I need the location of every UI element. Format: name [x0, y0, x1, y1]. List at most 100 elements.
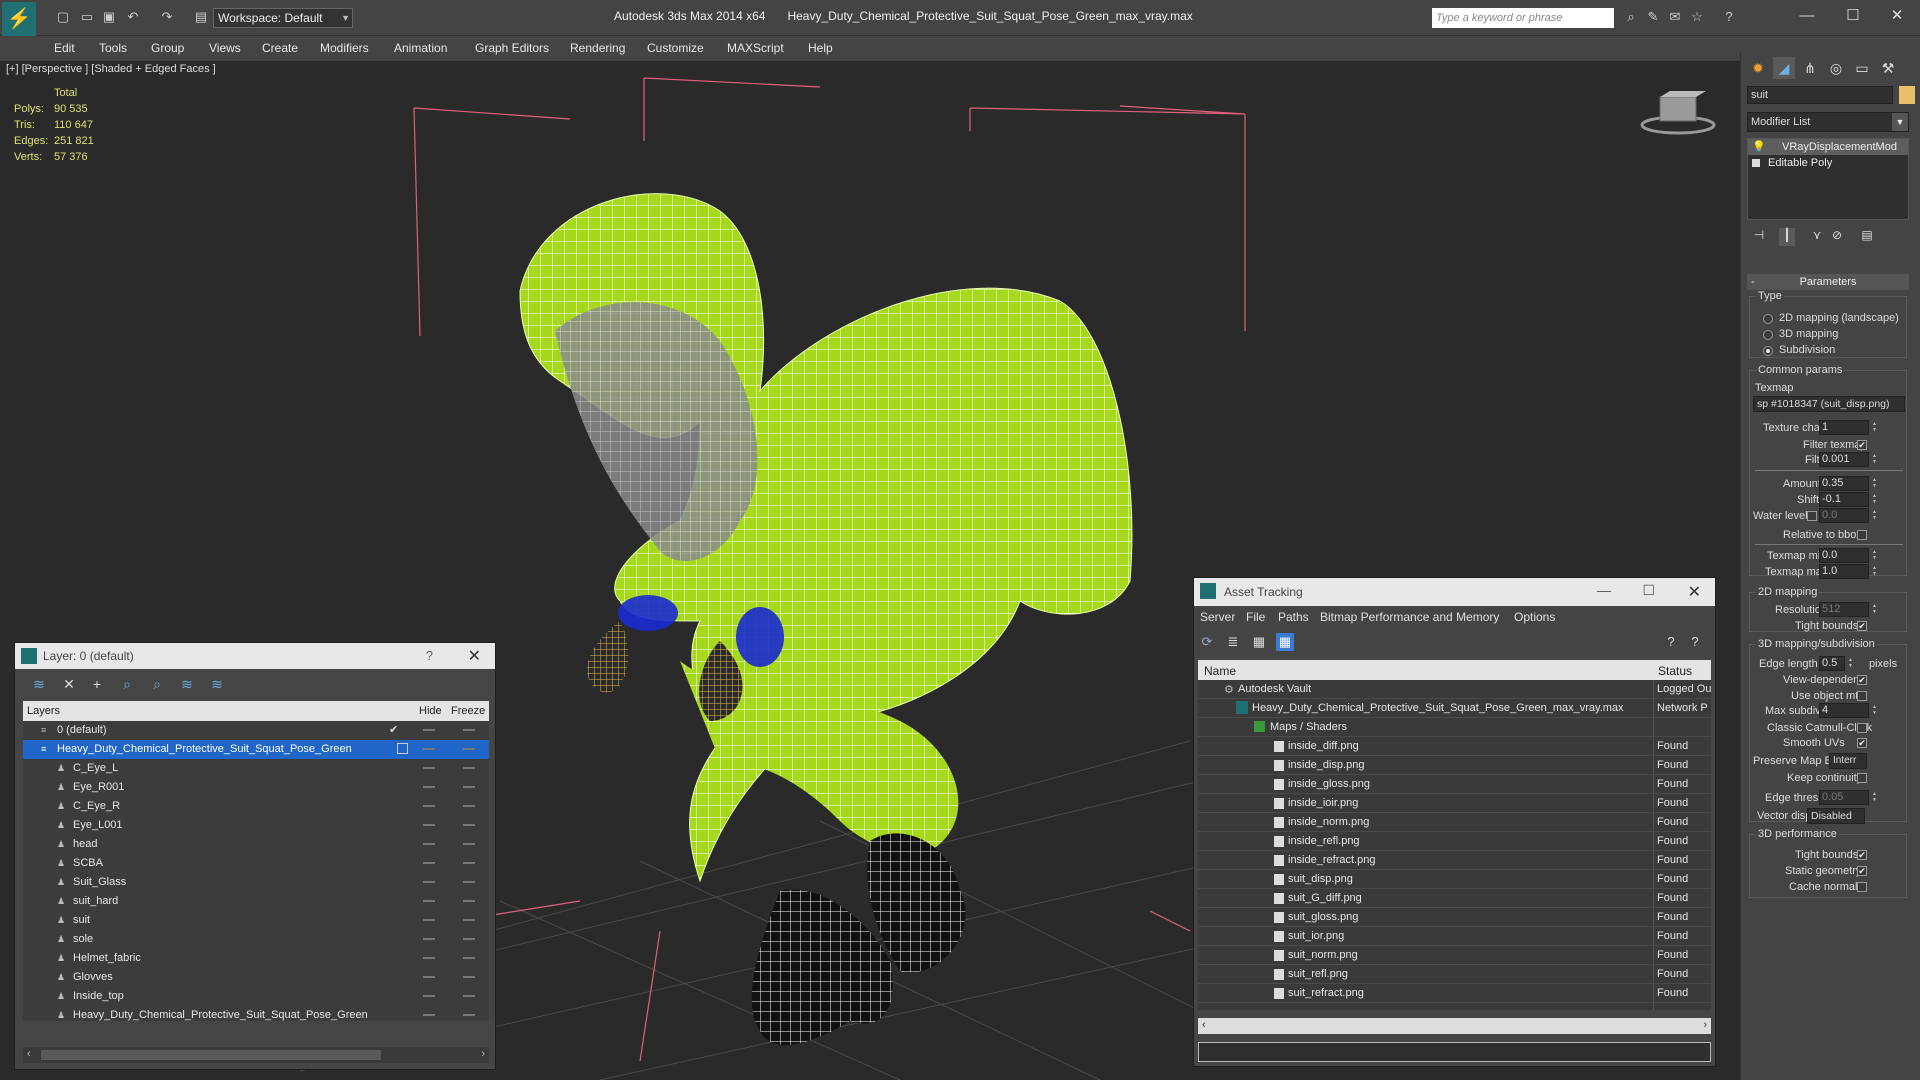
- layer-window-titlebar[interactable]: Layer: 0 (default) ? ✕: [15, 643, 495, 669]
- texmap-button[interactable]: sp #1018347 (suit_disp.png): [1753, 396, 1905, 412]
- asset-row[interactable]: suit_ior.png Found: [1198, 927, 1711, 946]
- layer-row[interactable]: ≡ 0 (default) ✔: [23, 721, 489, 740]
- freeze-toggle[interactable]: [463, 919, 475, 921]
- asset-row[interactable]: suit_gloss.png Found: [1198, 908, 1711, 927]
- asset-row[interactable]: inside_refract.png Found: [1198, 851, 1711, 870]
- asset-row[interactable]: inside_diff.png Found: [1198, 737, 1711, 756]
- freeze-toggle[interactable]: [463, 881, 475, 883]
- hierarchy-tab-icon[interactable]: ⋔: [1799, 57, 1821, 79]
- relative-bbox-checkbox[interactable]: [1857, 530, 1867, 540]
- max-subdivs-spinner[interactable]: 4: [1819, 703, 1878, 718]
- static-geometry-checkbox[interactable]: ✔: [1857, 866, 1867, 876]
- asset-row[interactable]: inside_gloss.png Found: [1198, 775, 1711, 794]
- layer-row[interactable]: ♟ Eye_L001: [23, 816, 489, 835]
- shift-spinner[interactable]: -0.1: [1819, 492, 1878, 507]
- freeze-toggle[interactable]: [463, 767, 475, 769]
- list-view-icon[interactable]: ≣: [1224, 633, 1242, 651]
- asset-row[interactable]: inside_refl.png Found: [1198, 832, 1711, 851]
- search-input[interactable]: Type a keyword or phrase: [1432, 8, 1614, 28]
- asset-row[interactable]: inside_disp.png Found: [1198, 756, 1711, 775]
- parameters-rollout-header[interactable]: - Parameters: [1747, 274, 1909, 290]
- asset-menu-bitmap[interactable]: Bitmap Performance and Memory: [1320, 610, 1499, 624]
- radio-3d-mapping[interactable]: [1763, 330, 1773, 340]
- asset-menu-file[interactable]: File: [1246, 610, 1265, 624]
- hide-toggle[interactable]: [423, 995, 435, 997]
- help-button[interactable]: ?: [426, 648, 433, 663]
- expand-icon[interactable]: [1752, 159, 1760, 167]
- vector-displ-dropdown[interactable]: Disabled: [1807, 808, 1865, 824]
- edge-thresh-spinner[interactable]: 0.05: [1819, 790, 1878, 805]
- freeze-toggle[interactable]: [463, 805, 475, 807]
- asset-row[interactable]: suit_G_diff.png Found: [1198, 889, 1711, 908]
- new-file-icon[interactable]: ▢: [54, 8, 72, 26]
- layer-row[interactable]: ♟ Inside_top: [23, 987, 489, 1006]
- texture-chan-spinner[interactable]: 1: [1819, 420, 1878, 435]
- layer-row[interactable]: ♟ C_Eye_R: [23, 797, 489, 816]
- scroll-left-icon[interactable]: ‹: [27, 1048, 31, 1060]
- freeze-all-icon[interactable]: ≋: [207, 675, 227, 693]
- water-level-spinner[interactable]: 0.0: [1819, 508, 1878, 523]
- stack-item-editable-poly[interactable]: Editable Poly: [1748, 155, 1908, 171]
- scroll-right-icon[interactable]: ›: [1703, 1019, 1707, 1031]
- hide-toggle[interactable]: [423, 843, 435, 845]
- hide-toggle[interactable]: [423, 1014, 435, 1016]
- pin-stack-icon[interactable]: ⊣: [1751, 228, 1767, 246]
- use-object-mtl-checkbox[interactable]: [1857, 691, 1867, 701]
- table-view-icon[interactable]: ▦: [1276, 633, 1294, 651]
- freeze-toggle[interactable]: [463, 995, 475, 997]
- col-freeze[interactable]: Freeze: [451, 705, 485, 717]
- radio-2d-mapping[interactable]: [1763, 314, 1773, 324]
- hide-toggle[interactable]: [423, 976, 435, 978]
- minimize-button[interactable]: —: [1784, 4, 1830, 28]
- layer-row[interactable]: ♟ sole: [23, 930, 489, 949]
- asset-row[interactable]: suit_refract.png Found: [1198, 984, 1711, 1003]
- remove-modifier-icon[interactable]: ⊘: [1829, 228, 1845, 246]
- edge-length-spinner[interactable]: 0.5: [1819, 656, 1854, 671]
- col-status[interactable]: Status: [1658, 664, 1692, 678]
- filter-texmap-checkbox[interactable]: ✔: [1857, 440, 1867, 450]
- highlight-layer-icon[interactable]: ⌕: [147, 675, 167, 693]
- object-name-field[interactable]: suit: [1747, 86, 1893, 104]
- asset-row[interactable]: suit_disp.png Found: [1198, 870, 1711, 889]
- modifier-list-dropdown[interactable]: Modifier List ▼: [1747, 112, 1909, 132]
- hide-toggle[interactable]: [423, 824, 435, 826]
- hide-toggle[interactable]: [423, 767, 435, 769]
- hide-toggle[interactable]: [423, 805, 435, 807]
- scroll-left-icon[interactable]: ‹: [1202, 1019, 1206, 1031]
- cache-normals-checkbox[interactable]: [1857, 882, 1867, 892]
- layer-row[interactable]: ♟ C_Eye_L: [23, 759, 489, 778]
- save-file-icon[interactable]: ▣: [100, 8, 118, 26]
- select-objects-icon[interactable]: ⌕: [117, 675, 137, 693]
- help-icon[interactable]: ?: [1720, 8, 1738, 26]
- configure-sets-icon[interactable]: ▤: [1859, 228, 1875, 246]
- asset-row[interactable]: Maps / Shaders: [1198, 718, 1711, 737]
- viewport-label[interactable]: [+] [Perspective ] [Shaded + Edged Faces…: [6, 63, 216, 75]
- menu-maxscript[interactable]: MAXScript: [727, 41, 784, 55]
- tight-bounds-2d-checkbox[interactable]: ✔: [1857, 621, 1867, 631]
- scroll-right-icon[interactable]: ›: [481, 1048, 485, 1060]
- hide-toggle[interactable]: [423, 957, 435, 959]
- utilities-tab-icon[interactable]: ⚒: [1877, 57, 1899, 79]
- layer-row[interactable]: ♟ Suit_Glass: [23, 873, 489, 892]
- motion-tab-icon[interactable]: ◎: [1825, 57, 1847, 79]
- freeze-toggle[interactable]: [463, 862, 475, 864]
- freeze-toggle[interactable]: [463, 824, 475, 826]
- vault-help-icon[interactable]: ?: [1662, 633, 1680, 651]
- thumbnail-view-icon[interactable]: ▦: [1250, 633, 1268, 651]
- perf-tight-bounds-checkbox[interactable]: ✔: [1857, 850, 1867, 860]
- communication-icon[interactable]: ✉: [1666, 8, 1684, 26]
- hide-toggle[interactable]: [423, 881, 435, 883]
- layer-row[interactable]: ♟ suit_hard: [23, 892, 489, 911]
- minimize-icon[interactable]: —: [1597, 582, 1611, 598]
- asset-window-titlebar[interactable]: Asset Tracking — ☐ ✕: [1194, 578, 1715, 606]
- col-name[interactable]: Name: [1204, 664, 1236, 678]
- maximize-button[interactable]: ☐: [1830, 4, 1876, 28]
- help-icon[interactable]: ?: [1686, 633, 1704, 651]
- resolution-spinner[interactable]: 512: [1819, 602, 1878, 617]
- asset-row[interactable]: suit_norm.png Found: [1198, 946, 1711, 965]
- asset-menu-options[interactable]: Options: [1514, 610, 1555, 624]
- layer-row[interactable]: ♟ Eye_R001: [23, 778, 489, 797]
- make-unique-icon[interactable]: ⋎: [1809, 228, 1825, 246]
- open-file-icon[interactable]: ▭: [78, 8, 96, 26]
- asset-row[interactable]: inside_norm.png Found: [1198, 813, 1711, 832]
